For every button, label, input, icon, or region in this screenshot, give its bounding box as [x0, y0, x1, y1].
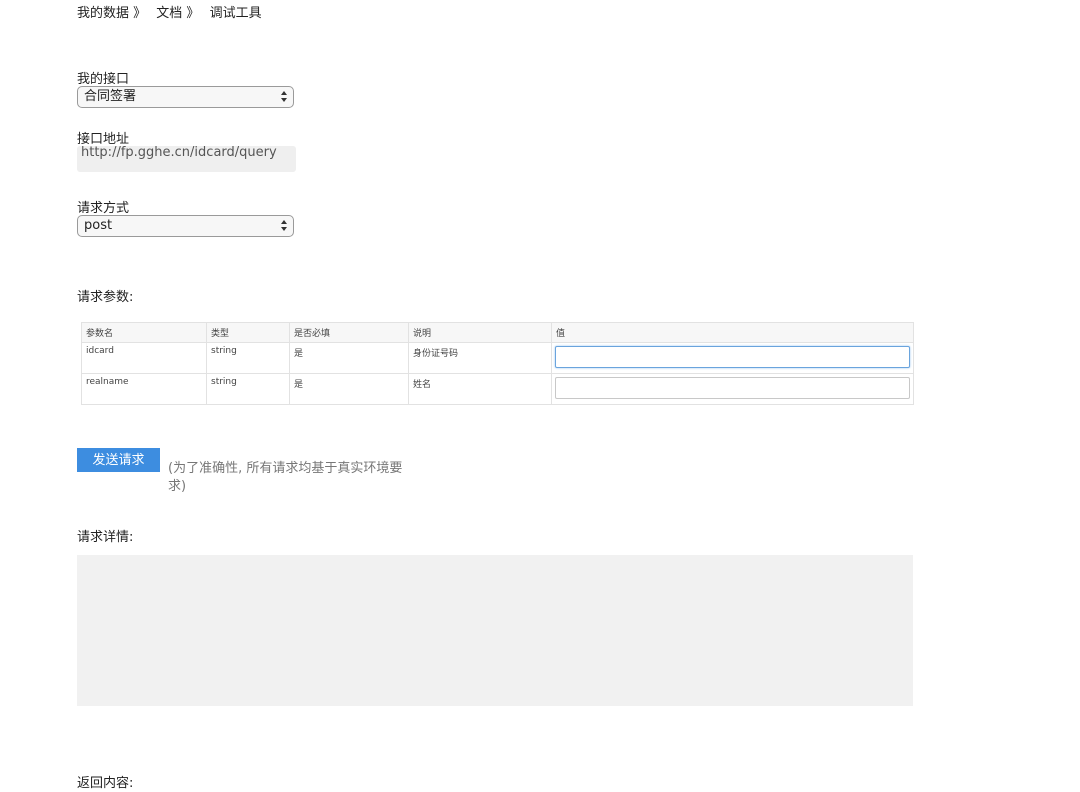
param-type: string [206, 342, 290, 374]
method-select-value: post [84, 218, 113, 233]
params-label: 请求参数: [77, 290, 134, 305]
response-label: 返回内容: [77, 776, 134, 791]
col-header-type: 类型 [206, 322, 290, 343]
address-field: http://fp.gghe.cn/idcard/query [77, 146, 296, 172]
realname-value-input[interactable] [555, 377, 910, 399]
idcard-value-input[interactable] [555, 346, 910, 368]
param-name: idcard [81, 342, 207, 374]
select-arrows-icon [280, 219, 288, 233]
breadcrumb-debug-tool: 调试工具 [209, 6, 262, 21]
api-select[interactable]: 合同签署 [77, 86, 294, 108]
breadcrumb-docs[interactable]: 文档 》 [156, 6, 199, 21]
api-select-value: 合同签署 [84, 89, 137, 104]
method-select[interactable]: post [77, 215, 294, 237]
request-details-panel [77, 555, 913, 706]
param-required: 是 [289, 342, 409, 374]
breadcrumb: 我的数据 》 文档 》 调试工具 [77, 2, 268, 21]
breadcrumb-my-data[interactable]: 我的数据 》 [77, 6, 146, 21]
select-arrows-icon [280, 90, 288, 104]
param-name: realname [81, 373, 207, 405]
col-header-value: 值 [551, 322, 914, 343]
table-header-row: 参数名 类型 是否必填 说明 值 [81, 322, 914, 343]
api-label: 我的接口 [77, 72, 130, 87]
col-header-desc: 说明 [408, 322, 552, 343]
send-request-button[interactable]: 发送请求 [77, 448, 160, 472]
details-label: 请求详情: [77, 530, 134, 545]
method-label: 请求方式 [77, 201, 130, 216]
param-type: string [206, 373, 290, 405]
param-desc: 姓名 [408, 373, 552, 405]
param-required: 是 [289, 373, 409, 405]
col-header-name: 参数名 [81, 322, 207, 343]
table-row: idcard string 是 身份证号码 [81, 342, 914, 374]
col-header-required: 是否必填 [289, 322, 409, 343]
send-note: (为了准确性, 所有请求均基于真实环境要求) [168, 461, 403, 494]
table-row: realname string 是 姓名 [81, 373, 914, 405]
param-desc: 身份证号码 [408, 342, 552, 374]
params-table: 参数名 类型 是否必填 说明 值 idcard string 是 身份证号码 r… [81, 322, 914, 405]
